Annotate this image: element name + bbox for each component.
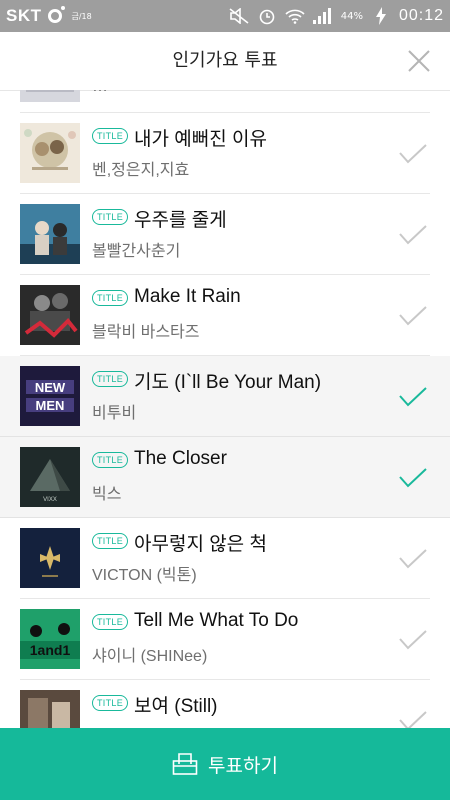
artist-name: 샤이니 (SHINee) xyxy=(92,648,208,665)
title-badge: TITLE xyxy=(92,209,129,225)
song-title: Make It Rain xyxy=(134,286,241,307)
album-cover: VIXX xyxy=(20,447,80,507)
song-title: Tell Me What To Do xyxy=(134,610,299,631)
album-cover: 1and1 xyxy=(20,609,80,669)
song-title: 우주를 줄게 xyxy=(134,210,227,231)
clock-time: 00:12 xyxy=(398,7,444,24)
artist-name: 볼빨간사춘기 xyxy=(92,243,181,260)
title-badge: TITLE xyxy=(92,614,129,630)
check-icon[interactable] xyxy=(398,224,428,246)
battery-charging-icon xyxy=(371,7,391,25)
title-badge: TITLE xyxy=(92,290,129,306)
svg-text:1and1: 1and1 xyxy=(30,642,71,658)
ballot-box-icon xyxy=(172,753,198,775)
date-label: 금/18 xyxy=(71,11,92,21)
song-row[interactable]: 1and1 TITLE Tell Me What To Do 샤이니 (SHIN… xyxy=(0,599,450,680)
album-cover: NEW MEN xyxy=(20,366,80,426)
title-badge: TITLE xyxy=(92,452,129,468)
artist-name: VICTON (빅톤) xyxy=(92,567,197,584)
song-row[interactable]: TITLE 우주를 줄게 볼빨간사춘기 xyxy=(0,194,450,275)
song-row[interactable]: TITLE 보여 (Still) xyxy=(0,680,450,728)
check-icon[interactable] xyxy=(398,386,428,408)
title-badge: TITLE xyxy=(92,128,129,144)
album-cover xyxy=(20,690,80,728)
artist-name: … xyxy=(92,90,108,96)
check-icon[interactable] xyxy=(398,548,428,570)
song-row[interactable]: NEW MEN TITLE 기도 (I`ll Be Your Man) 비투비 xyxy=(0,356,450,437)
notification-icon xyxy=(47,6,65,23)
song-row[interactable]: VIXX TITLE The Closer 빅스 xyxy=(0,437,450,518)
wifi-icon xyxy=(285,8,305,24)
check-icon[interactable] xyxy=(398,305,428,327)
mute-icon xyxy=(229,8,249,24)
artist-name: 블락비 바스타즈 xyxy=(92,324,200,341)
check-icon[interactable] xyxy=(398,467,428,489)
album-cover xyxy=(20,204,80,264)
vote-button[interactable]: 투표하기 xyxy=(0,728,450,800)
song-list[interactable]: … TITLE 내가 예뻐진 이유 벤,정은지,지효 xyxy=(0,90,450,728)
page-title: 인기가요 투표 xyxy=(172,50,278,71)
check-icon[interactable] xyxy=(398,710,428,728)
album-cover xyxy=(20,90,80,102)
battery-percent: 44% xyxy=(340,10,363,22)
song-row[interactable]: TITLE Make It Rain 블락비 바스타즈 xyxy=(0,275,450,356)
signal-icon xyxy=(312,8,333,24)
alarm-icon xyxy=(257,8,277,25)
title-badge: TITLE xyxy=(92,533,129,549)
artist-name: 빅스 xyxy=(92,486,122,503)
song-title: 내가 예뻐진 이유 xyxy=(134,129,267,150)
song-title: 기도 (I`ll Be Your Man) xyxy=(134,372,322,393)
svg-text:NEW: NEW xyxy=(35,380,66,395)
song-row-partial[interactable]: … xyxy=(0,90,450,113)
song-title: 보여 (Still) xyxy=(134,696,218,717)
status-bar: SKT 금/18 44% 00:12 xyxy=(0,0,450,32)
album-cover xyxy=(20,123,80,183)
app-header: 인기가요 투표 xyxy=(0,32,450,91)
carrier-label: SKT xyxy=(6,6,42,25)
title-badge: TITLE xyxy=(92,695,129,711)
check-icon[interactable] xyxy=(398,143,428,165)
title-badge: TITLE xyxy=(92,371,129,387)
vote-button-label: 투표하기 xyxy=(208,754,278,777)
close-icon[interactable] xyxy=(406,48,432,74)
album-cover xyxy=(20,285,80,345)
svg-text:VIXX: VIXX xyxy=(43,497,57,503)
album-cover xyxy=(20,528,80,588)
song-title: 아무렇지 않은 척 xyxy=(134,534,267,555)
svg-text:MEN: MEN xyxy=(36,398,65,413)
song-row[interactable]: TITLE 아무렇지 않은 척 VICTON (빅톤) xyxy=(0,518,450,599)
song-title: The Closer xyxy=(134,448,227,469)
artist-name: 벤,정은지,지효 xyxy=(92,162,190,179)
artist-name: 비투비 xyxy=(92,405,137,422)
song-row[interactable]: TITLE 내가 예뻐진 이유 벤,정은지,지효 xyxy=(0,113,450,194)
check-icon[interactable] xyxy=(398,629,428,651)
